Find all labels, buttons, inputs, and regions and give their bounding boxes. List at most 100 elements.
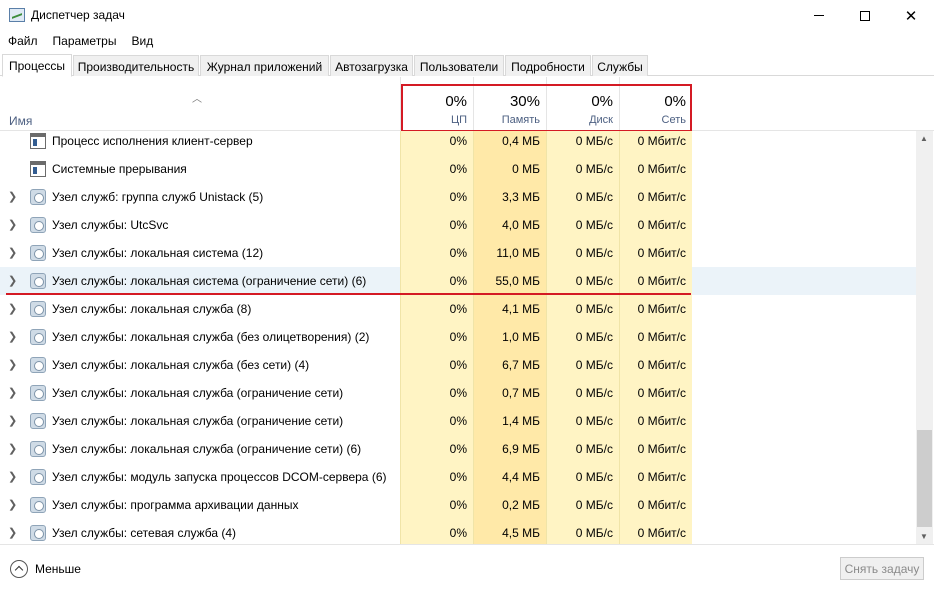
maximize-button[interactable] xyxy=(842,0,888,31)
network-value: 0 Мбит/с xyxy=(637,526,686,540)
table-row[interactable]: ❯ Узел службы: локальная служба (без олиц… xyxy=(0,323,916,351)
disk-cell: 0 МБ/с xyxy=(546,131,619,155)
scroll-down-icon[interactable]: ▼ xyxy=(920,532,928,541)
process-name: Узел службы: локальная служба (8) xyxy=(52,302,252,316)
collapse-icon[interactable] xyxy=(10,560,28,578)
cpu-cell: 0% xyxy=(400,183,473,211)
task-manager-icon xyxy=(9,8,25,22)
chevron-right-icon[interactable]: ❯ xyxy=(8,470,17,483)
table-row[interactable]: ❯ Узел службы: локальная служба (без сети… xyxy=(0,351,916,379)
disk-value: 0 МБ/с xyxy=(575,498,613,512)
cpu-value: 0% xyxy=(449,190,467,204)
table-row[interactable]: ❯ Узел службы: локальная служба (ограниче… xyxy=(0,435,916,463)
chevron-right-icon[interactable]: ❯ xyxy=(8,386,17,399)
table-row[interactable]: ❯ Узел службы: локальная служба (ограниче… xyxy=(0,407,916,435)
gear-icon xyxy=(30,413,46,429)
table-row[interactable]: ❯ Узел службы: локальная система (12) 0% 11… xyxy=(0,239,916,267)
network-value: 0 Мбит/с xyxy=(637,218,686,232)
memory-value: 0 МБ xyxy=(512,162,540,176)
process-name: Узел службы: локальная система (ограниче… xyxy=(52,274,367,288)
chevron-right-icon[interactable]: ❯ xyxy=(8,498,17,511)
menu-view[interactable]: Вид xyxy=(123,31,160,51)
network-cell: 0 Мбит/с xyxy=(619,239,692,267)
disk-value: 0 МБ/с xyxy=(575,274,613,288)
cpu-value: 0% xyxy=(449,134,467,148)
disk-value: 0 МБ/с xyxy=(575,470,613,484)
table-row[interactable]: Системные прерывания 0% 0 МБ 0 МБ/с 0 Мбит/с xyxy=(0,155,916,183)
network-cell: 0 Мбит/с xyxy=(619,323,692,351)
disk-value: 0 МБ/с xyxy=(575,386,613,400)
network-cell: 0 Мбит/с xyxy=(619,183,692,211)
table-row[interactable]: ❯ Узел службы: UtcSvc 0% 4,0 МБ 0 МБ/с 0 Мбит… xyxy=(0,211,916,239)
chevron-right-icon[interactable]: ❯ xyxy=(8,442,17,455)
table-row[interactable]: ❯ Узел службы: модуль запуска процессов D… xyxy=(0,463,916,491)
cpu-cell: 0% xyxy=(400,155,473,183)
cpu-cell: 0% xyxy=(400,491,473,519)
fewer-details-link[interactable]: Меньше xyxy=(35,562,81,576)
footer: Меньше Снять задачу xyxy=(0,544,934,594)
network-cell: 0 Мбит/с xyxy=(619,491,692,519)
tab-services[interactable]: Службы xyxy=(592,55,648,76)
end-task-button[interactable]: Снять задачу xyxy=(840,557,924,580)
chevron-right-icon[interactable]: ❯ xyxy=(8,274,17,287)
chevron-right-icon[interactable]: ❯ xyxy=(8,246,17,259)
tab-performance[interactable]: Производительность xyxy=(73,55,199,76)
cpu-value: 0% xyxy=(449,526,467,540)
disk-cell: 0 МБ/с xyxy=(546,519,619,544)
network-cell: 0 Мбит/с xyxy=(619,295,692,323)
table-row[interactable]: ❯ Узел службы: локальная служба (8) 0% 4,1 … xyxy=(0,295,916,323)
chevron-right-icon[interactable]: ❯ xyxy=(8,302,17,315)
menu-options[interactable]: Параметры xyxy=(45,31,124,51)
cpu-cell: 0% xyxy=(400,351,473,379)
maximize-icon xyxy=(860,10,870,21)
vertical-scrollbar[interactable]: ▲ ▼ xyxy=(916,131,933,544)
disk-cell: 0 МБ/с xyxy=(546,155,619,183)
cpu-cell: 0% xyxy=(400,463,473,491)
chevron-right-icon[interactable]: ❯ xyxy=(8,526,17,539)
tab-startup[interactable]: Автозагрузка xyxy=(330,55,413,76)
table-row[interactable]: ❯ Узел службы: локальная служба (ограниче… xyxy=(0,379,916,407)
network-value: 0 Мбит/с xyxy=(637,414,686,428)
column-name[interactable]: Имя xyxy=(9,114,32,128)
tab-app-history[interactable]: Журнал приложений xyxy=(200,55,329,76)
minimize-icon xyxy=(814,15,824,16)
cpu-value: 0% xyxy=(449,302,467,316)
resource-header-highlight xyxy=(401,84,692,132)
sort-ascending-icon[interactable]: ︿ xyxy=(192,90,202,105)
process-name: Узел службы: локальная служба (без сети)… xyxy=(52,358,310,372)
tab-details[interactable]: Подробности xyxy=(505,55,591,76)
chevron-right-icon[interactable]: ❯ xyxy=(8,414,17,427)
table-row[interactable]: Процесс исполнения клиент-сервер 0% 0,4 МБ… xyxy=(0,131,916,155)
chevron-right-icon[interactable]: ❯ xyxy=(8,358,17,371)
scrollbar-thumb[interactable] xyxy=(917,430,932,527)
disk-cell: 0 МБ/с xyxy=(546,323,619,351)
disk-value: 0 МБ/с xyxy=(575,358,613,372)
disk-value: 0 МБ/с xyxy=(575,302,613,316)
close-icon: ✕ xyxy=(904,7,918,25)
memory-cell: 4,0 МБ xyxy=(473,211,546,239)
disk-cell: 0 МБ/с xyxy=(546,295,619,323)
menu-file[interactable]: Файл xyxy=(0,31,45,51)
process-list: Процесс исполнения клиент-сервер 0% 0,4 МБ… xyxy=(0,131,916,544)
process-name: Узел службы: UtcSvc xyxy=(52,218,169,232)
minimize-button[interactable] xyxy=(796,0,842,31)
disk-cell: 0 МБ/с xyxy=(546,239,619,267)
memory-value: 4,4 МБ xyxy=(502,470,540,484)
memory-cell: 55,0 МБ xyxy=(473,267,546,295)
chevron-right-icon[interactable]: ❯ xyxy=(8,190,17,203)
disk-cell: 0 МБ/с xyxy=(546,491,619,519)
scroll-up-icon[interactable]: ▲ xyxy=(920,134,928,143)
table-row[interactable]: ❯ Узел службы: сетевая служба (4) 0% 4,5 МБ… xyxy=(0,519,916,544)
chevron-right-icon[interactable]: ❯ xyxy=(8,218,17,231)
table-row[interactable]: ❯ Узел службы: программа архивации данных… xyxy=(0,491,916,519)
table-row[interactable]: ❯ Узел служб: группа служб Unistack (5) 0%… xyxy=(0,183,916,211)
chevron-right-icon[interactable]: ❯ xyxy=(8,330,17,343)
memory-value: 1,0 МБ xyxy=(502,330,540,344)
network-value: 0 Мбит/с xyxy=(637,470,686,484)
table-row[interactable]: ❯ Узел службы: локальная система (огранич… xyxy=(0,267,916,295)
close-button[interactable]: ✕ xyxy=(888,0,934,31)
tab-processes[interactable]: Процессы xyxy=(2,54,72,77)
process-name: Узел службы: локальная система (12) xyxy=(52,246,264,260)
tab-users[interactable]: Пользователи xyxy=(414,55,504,76)
disk-value: 0 МБ/с xyxy=(575,190,613,204)
